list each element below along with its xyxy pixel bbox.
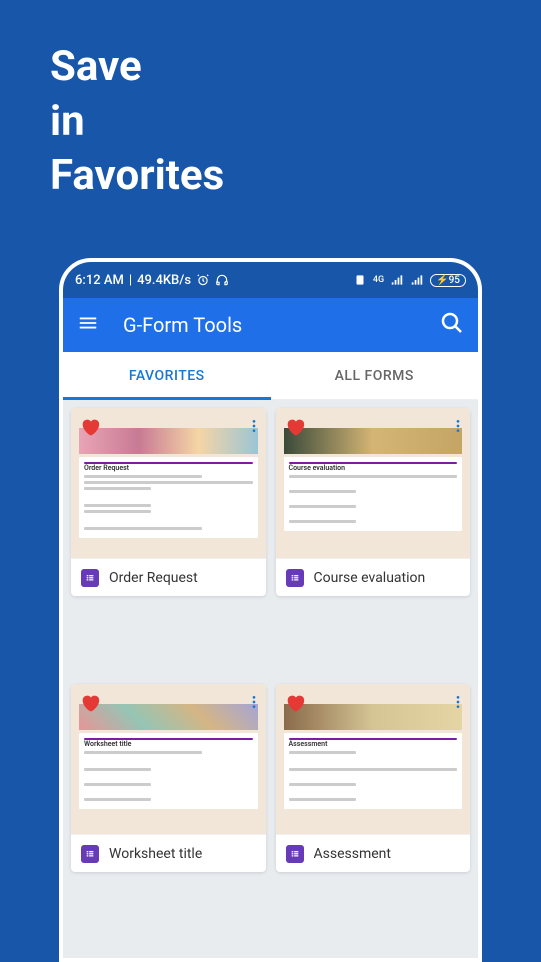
card-footer: Order Request (71, 558, 266, 596)
status-left: 6:12 AM | 49.4KB/s (75, 273, 229, 288)
card-title: Course evaluation (314, 570, 426, 586)
preview-header-image (284, 428, 463, 454)
preview-header-image (79, 704, 258, 730)
card-preview: Course evaluation (276, 408, 471, 558)
form-icon (81, 845, 99, 863)
tab-all-forms-label: ALL FORMS (335, 368, 414, 384)
tab-all-forms[interactable]: ALL FORMS (271, 352, 479, 399)
signal-icon-2 (410, 273, 424, 287)
card-footer: Course evaluation (276, 558, 471, 596)
card-title: Assessment (314, 846, 391, 862)
more-options-icon[interactable] (244, 692, 264, 716)
app-bar: G-Form Tools (63, 298, 478, 352)
headphone-icon (215, 273, 229, 287)
form-card[interactable]: Worksheet title Worksheet title (71, 684, 266, 872)
hamburger-menu-icon[interactable] (77, 312, 99, 338)
alarm-icon (196, 273, 210, 287)
preview-form-title: Worksheet title (84, 740, 253, 748)
status-right: 4G ⚡95 (353, 273, 466, 287)
preview-body: Assessment (284, 733, 463, 809)
tabs: FAVORITES ALL FORMS (63, 352, 478, 400)
more-options-icon[interactable] (448, 416, 468, 440)
preview-header-image (284, 704, 463, 730)
status-time: 6:12 AM (75, 273, 124, 288)
status-bar: 6:12 AM | 49.4KB/s 4G ⚡95 (63, 262, 478, 298)
card-preview: Worksheet title (71, 684, 266, 834)
card-title: Worksheet title (109, 846, 202, 862)
app-title: G-Form Tools (123, 313, 242, 337)
form-card[interactable]: Order Request Order Request (71, 408, 266, 596)
search-icon[interactable] (440, 311, 464, 339)
promo-line-3: Favorites (50, 149, 491, 204)
network-label: 4G (373, 275, 384, 285)
preview-header-image (79, 428, 258, 454)
phone-frame: 6:12 AM | 49.4KB/s 4G ⚡95 G-Form Tools F… (59, 258, 482, 962)
favorite-heart-icon[interactable] (284, 416, 306, 442)
favorites-grid: Order Request Order Request (63, 400, 478, 958)
tab-favorites[interactable]: FAVORITES (63, 352, 271, 399)
form-icon (286, 569, 304, 587)
status-speed: 49.4KB/s (137, 273, 191, 288)
form-card[interactable]: Course evaluation Course evaluation (276, 408, 471, 596)
more-options-icon[interactable] (448, 692, 468, 716)
tab-favorites-label: FAVORITES (129, 368, 205, 384)
battery-indicator: ⚡95 (430, 274, 466, 287)
card-title: Order Request (109, 570, 198, 586)
preview-form-title: Order Request (84, 464, 253, 472)
card-footer: Assessment (276, 834, 471, 872)
more-options-icon[interactable] (244, 416, 264, 440)
form-card[interactable]: Assessment Assessment (276, 684, 471, 872)
promo-title: Save in Favorites (0, 0, 541, 204)
preview-body: Worksheet title (79, 733, 258, 809)
card-footer: Worksheet title (71, 834, 266, 872)
form-icon (286, 845, 304, 863)
signal-icon-1 (390, 273, 404, 287)
status-separator: | (129, 273, 132, 288)
promo-line-2: in (50, 95, 491, 150)
sim-icon (353, 273, 367, 287)
app-bar-left: G-Form Tools (77, 312, 242, 338)
preview-body: Course evaluation (284, 457, 463, 531)
favorite-heart-icon[interactable] (79, 416, 101, 442)
preview-body: Order Request (79, 457, 258, 538)
form-icon (81, 569, 99, 587)
promo-line-1: Save (50, 40, 491, 95)
preview-form-title: Assessment (289, 740, 458, 748)
card-preview: Order Request (71, 408, 266, 558)
favorite-heart-icon[interactable] (79, 692, 101, 718)
card-preview: Assessment (276, 684, 471, 834)
favorite-heart-icon[interactable] (284, 692, 306, 718)
preview-form-title: Course evaluation (289, 464, 458, 472)
